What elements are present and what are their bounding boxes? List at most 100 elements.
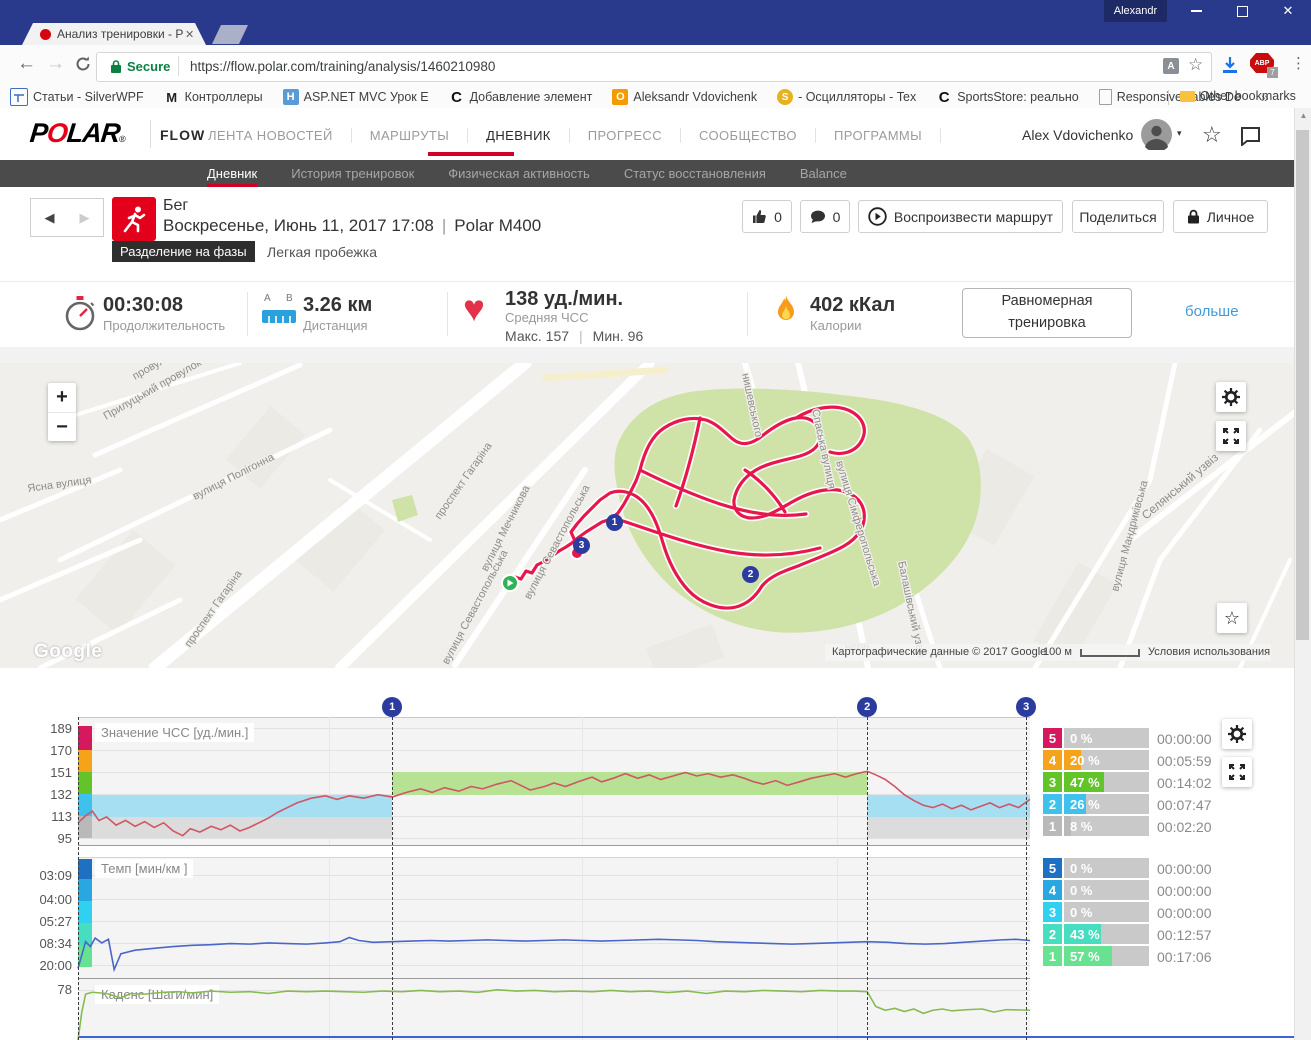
user-name[interactable]: Alex Vdovichenko — [1022, 127, 1133, 143]
avatar[interactable] — [1141, 119, 1172, 155]
subnav-item-recovery[interactable]: Статус восстановления — [624, 160, 766, 187]
more-link[interactable]: больше — [1185, 303, 1239, 320]
back-icon[interactable]: ← — [17, 53, 36, 75]
route-map[interactable]: вулиця Полігонна проспект Гагаріна просп… — [0, 363, 1311, 668]
c-swirl-icon: C — [938, 88, 950, 106]
comment-icon — [810, 210, 825, 223]
nav-item-diary[interactable]: ДНЕВНИК — [468, 127, 570, 143]
hr-min: Мин. 96 — [592, 328, 644, 344]
zoom-in-button[interactable]: + — [48, 383, 76, 413]
c-swirl-icon: C — [451, 88, 462, 106]
google-logo: Google — [34, 641, 103, 662]
ruler-icon — [262, 310, 296, 323]
favorites-star-icon[interactable]: ☆ — [1202, 122, 1222, 148]
nav-item-progress[interactable]: ПРОГРЕСС — [570, 127, 681, 143]
thumbs-up-icon — [753, 210, 766, 223]
browser-tab[interactable]: Анализ тренировки - Po ✕ — [22, 23, 206, 45]
map-settings-button[interactable] — [1216, 382, 1246, 412]
nav-item-feed[interactable]: ЛЕНТА НОВОСТЕЙ — [190, 127, 352, 143]
calories-label: Калории — [810, 318, 862, 333]
hr-divider: | — [579, 328, 583, 344]
map-terms-link[interactable]: Условия использования — [1148, 646, 1270, 658]
polar-flow-analysis-window: Alexandr ✕ Анализ тренировки - Po ✕ ← → … — [0, 0, 1311, 1040]
adblock-icon[interactable]: ABP 7 — [1250, 53, 1278, 78]
phase-marker-line — [1026, 717, 1028, 1040]
bookmark-item[interactable]: H ASP.NET MVC Урок Е — [282, 89, 429, 105]
subnav-active-underline — [207, 184, 258, 187]
training-benefit-button[interactable]: Равномерная тренировка — [962, 288, 1132, 338]
map-fullscreen-button[interactable] — [1216, 421, 1246, 451]
like-button[interactable]: 0 — [742, 200, 792, 233]
scrollbar-thumb[interactable] — [1296, 130, 1309, 640]
svg-text:Ясна вулиця: Ясна вулиця — [27, 474, 92, 495]
gear-icon — [1222, 388, 1240, 406]
map-favorite-button[interactable]: ☆ — [1217, 603, 1247, 633]
privacy-button[interactable]: Личное — [1173, 200, 1268, 233]
download-extension-icon[interactable] — [1220, 55, 1240, 80]
privacy-label: Личное — [1206, 208, 1255, 225]
menu-dots-icon[interactable]: ⋮ — [1291, 54, 1306, 72]
window-close-button[interactable]: ✕ — [1268, 0, 1308, 22]
subnav-item-balance[interactable]: Balance — [800, 160, 847, 187]
map-scale-bar — [1080, 649, 1140, 657]
m-letter-icon: M — [166, 89, 178, 105]
nav-item-routes[interactable]: МАРШРУТЫ — [352, 127, 469, 143]
url-text[interactable]: https://flow.polar.com/training/analysis… — [190, 59, 495, 74]
bookmark-item[interactable]: O Aleksandr Vdovichenk — [612, 89, 757, 105]
bookmark-star-icon[interactable]: ☆ — [1188, 55, 1203, 75]
subnav-item-history[interactable]: История тренировок — [291, 160, 414, 187]
window-maximize-button[interactable] — [1222, 0, 1262, 22]
subnav-item-activity[interactable]: Физическая активность — [448, 160, 590, 187]
session-datetime: Воскресенье, Июнь 11, 2017 17:08 — [163, 216, 434, 235]
translate-icon[interactable]: A — [1163, 58, 1179, 74]
browser-profile-chip[interactable]: Alexandr — [1104, 0, 1167, 22]
replay-route-button[interactable]: Воспроизвести маршрут — [858, 200, 1063, 233]
avg-hr-label: Средняя ЧСС — [505, 310, 589, 325]
map-lap-marker-3[interactable]: 3 — [573, 537, 590, 554]
map-lap-marker-1[interactable]: 1 — [606, 514, 623, 531]
zoom-out-button[interactable]: − — [48, 413, 76, 441]
window-minimize-button[interactable] — [1176, 0, 1216, 22]
nav-item-programs[interactable]: ПРОГРАММЫ — [816, 127, 942, 143]
other-bookmarks-button[interactable]: Other bookmarks — [1180, 89, 1296, 103]
hr-max: Макс. 157 — [505, 328, 570, 344]
expand-icon — [1223, 428, 1239, 444]
tab-close-icon[interactable]: ✕ — [185, 28, 194, 41]
bookmark-label: Контроллеры — [184, 90, 263, 104]
stats-divider — [447, 292, 448, 336]
prev-session-button[interactable]: ◀ — [30, 198, 69, 237]
bookmark-item[interactable]: Статьи - SilverWPF — [10, 88, 144, 106]
comment-button[interactable]: 0 — [800, 200, 850, 233]
map-attribution: Картографические данные © 2017 Google — [832, 646, 1047, 658]
map-zoom-control[interactable]: + − — [48, 383, 76, 441]
device-name: Polar M400 — [454, 216, 542, 235]
next-session-button[interactable]: ▶ — [66, 198, 104, 237]
reload-icon[interactable] — [74, 55, 92, 78]
polar-logo[interactable]: POLAR® — [28, 118, 126, 149]
o-square-icon: O — [612, 89, 629, 105]
share-button[interactable]: Поделиться — [1072, 200, 1164, 233]
map-lap-marker-2[interactable]: 2 — [742, 566, 759, 583]
forward-icon[interactable]: → — [46, 53, 65, 75]
phase-split-badge: Разделение на фазы — [112, 241, 255, 262]
bookmark-label: Aleksandr Vdovichenk — [633, 90, 758, 104]
bookmark-item[interactable]: C SportsStore: реально — [936, 88, 1079, 106]
sport-label: Бег — [163, 197, 189, 214]
feedback-icon[interactable] — [1240, 126, 1261, 151]
other-bookmarks-label: Other bookmarks — [1200, 89, 1296, 103]
section-gap — [0, 347, 1294, 363]
share-label: Поделиться — [1079, 208, 1157, 225]
scrollbar-up-arrow[interactable]: ▲ — [1295, 108, 1311, 122]
adblock-badge: 7 — [1267, 67, 1278, 78]
bookmark-item[interactable]: S - Осцилляторы - Tex — [777, 89, 916, 105]
hr-max-min-row: Макс. 157 | Мин. 96 — [505, 328, 643, 344]
bookmark-item[interactable]: C Добавление элемент — [449, 88, 592, 106]
bookmark-item[interactable]: M Контроллеры — [164, 89, 263, 105]
nav-item-community[interactable]: СООБЩЕСТВО — [681, 127, 816, 143]
stats-divider — [747, 292, 748, 336]
duration-value: 00:30:08 — [103, 294, 184, 316]
secure-lock-icon[interactable] — [110, 59, 122, 79]
subnav-item-diary[interactable]: Дневник — [207, 160, 258, 187]
map-scale-label: 100 м — [1043, 646, 1072, 658]
chevron-down-icon[interactable]: ▾ — [1177, 128, 1182, 139]
